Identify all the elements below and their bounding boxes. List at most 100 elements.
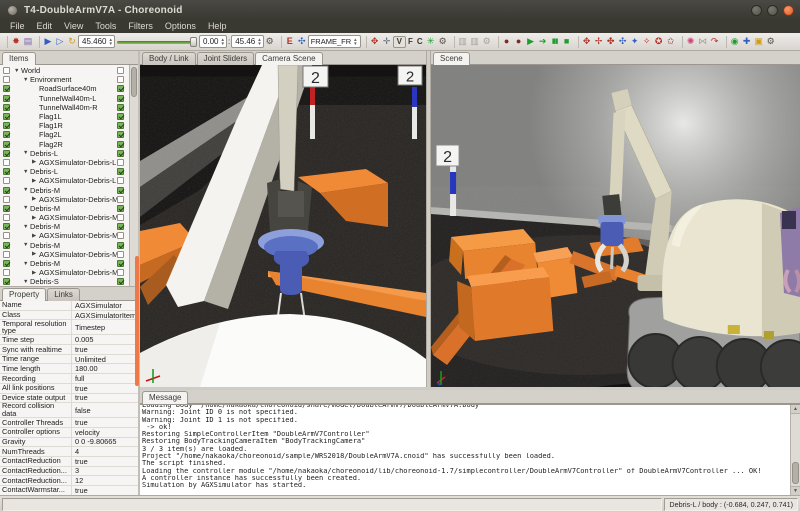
- scrollbar-thumb[interactable]: [131, 67, 137, 97]
- item-checkbox[interactable]: [3, 159, 10, 166]
- item-checkbox[interactable]: [3, 76, 10, 83]
- body-pose-icon-4[interactable]: ✣: [617, 35, 629, 49]
- minimize-button[interactable]: [751, 5, 762, 16]
- expander-icon[interactable]: ▼: [23, 150, 30, 156]
- property-value[interactable]: velocity: [72, 428, 138, 437]
- tree-item[interactable]: ▶ AGXSimulator-Debris-M: [1, 213, 126, 222]
- tab-message[interactable]: Message: [142, 391, 188, 404]
- view-move-icon[interactable]: ✚: [741, 35, 753, 49]
- property-row[interactable]: Gravity 0 0 -9.80665: [0, 438, 138, 448]
- expander-icon[interactable]: ▼: [23, 205, 30, 211]
- property-value[interactable]: 3: [72, 466, 138, 475]
- expander-icon[interactable]: ▶: [32, 159, 39, 165]
- playback-start-icon[interactable]: ▷: [54, 35, 66, 49]
- property-row[interactable]: Time length 180.00: [0, 364, 138, 374]
- expander-icon[interactable]: ▼: [23, 242, 30, 248]
- body-pose-icon-6[interactable]: ✧: [641, 35, 653, 49]
- item-checkbox-secondary[interactable]: [117, 113, 124, 120]
- item-checkbox-secondary[interactable]: [117, 260, 124, 267]
- simulation-restart-icon[interactable]: ●: [513, 35, 525, 49]
- property-value[interactable]: Unlimited: [72, 355, 138, 364]
- simulation-resume-icon[interactable]: ▶: [525, 35, 537, 49]
- item-checkbox[interactable]: [3, 95, 10, 102]
- joint-slider-alt-icon[interactable]: ▥: [469, 35, 481, 49]
- pose-edit-icon[interactable]: ✥: [369, 35, 381, 49]
- item-checkbox-secondary[interactable]: [117, 223, 124, 230]
- property-row[interactable]: ContactWarmstar... true: [0, 486, 138, 495]
- tab-scene-view[interactable]: Body / Link: [142, 52, 196, 65]
- scrollbar-thumb[interactable]: [792, 462, 799, 484]
- tree-item[interactable]: ▼ Environment: [1, 75, 126, 84]
- menu-item[interactable]: Options: [159, 20, 202, 33]
- property-row[interactable]: Time range Unlimited: [0, 355, 138, 365]
- tree-scrollbar[interactable]: [129, 65, 138, 286]
- tree-item[interactable]: ▶ AGXSimulator-Debris-M: [1, 231, 126, 240]
- item-checkbox[interactable]: [3, 150, 10, 157]
- time-field[interactable]: 45.460▲▼: [78, 35, 115, 48]
- tree-item[interactable]: RoadSurface40m: [1, 84, 126, 93]
- tree-item[interactable]: ▼ Debris-M: [1, 259, 126, 268]
- item-checkbox[interactable]: [3, 122, 10, 129]
- body-pose-icon-1[interactable]: ✥: [581, 35, 593, 49]
- item-checkbox[interactable]: [3, 232, 10, 239]
- tree-item[interactable]: ▶ AGXSimulator-Debris-M: [1, 250, 126, 259]
- tree-item[interactable]: ▶ AGXSimulator-Debris-M: [1, 195, 126, 204]
- expander-icon[interactable]: ▶: [32, 196, 39, 202]
- body-pose-icon-8[interactable]: ✩: [665, 35, 677, 49]
- item-checkbox[interactable]: [3, 260, 10, 267]
- expander-icon[interactable]: ▶: [32, 251, 39, 257]
- item-checkbox-secondary[interactable]: [117, 85, 124, 92]
- item-checkbox-secondary[interactable]: [117, 278, 124, 285]
- slider-handle[interactable]: [190, 37, 197, 47]
- tab-scene-view[interactable]: Joint Sliders: [197, 52, 255, 65]
- lighting-icon[interactable]: ✳: [425, 35, 437, 49]
- item-checkbox-secondary[interactable]: [117, 232, 124, 239]
- item-checkbox[interactable]: [3, 242, 10, 249]
- tree-item[interactable]: TunnelWall40m-L: [1, 94, 126, 103]
- time-slider[interactable]: [117, 35, 197, 49]
- tree-item[interactable]: TunnelWall40m-R: [1, 103, 126, 112]
- item-checkbox-secondary[interactable]: [117, 251, 124, 258]
- capture-icon[interactable]: ✸: [10, 35, 22, 49]
- collision-detection-icon[interactable]: ✣: [296, 35, 308, 49]
- item-checkbox[interactable]: [3, 196, 10, 203]
- property-value[interactable]: Timestep: [72, 323, 138, 332]
- expander-icon[interactable]: ▶: [32, 215, 39, 221]
- property-value[interactable]: 4: [72, 447, 138, 456]
- menu-item[interactable]: Filters: [122, 20, 159, 33]
- menu-item[interactable]: Edit: [31, 20, 59, 33]
- trajectory-icon[interactable]: ↷: [709, 35, 721, 49]
- property-row[interactable]: Time step 0.005: [0, 335, 138, 345]
- expander-icon[interactable]: ▶: [32, 233, 39, 239]
- item-checkbox-secondary[interactable]: [117, 177, 124, 184]
- item-checkbox[interactable]: [3, 141, 10, 148]
- body-pose-icon-5[interactable]: ✦: [629, 35, 641, 49]
- window-layout-icon[interactable]: ▣: [753, 35, 765, 49]
- maximize-button[interactable]: [767, 5, 778, 16]
- spinner-arrows-icon[interactable]: ▲▼: [257, 38, 261, 45]
- collision-line-button[interactable]: C: [415, 37, 425, 46]
- item-checkbox[interactable]: [3, 177, 10, 184]
- expander-icon[interactable]: ▼: [23, 224, 30, 230]
- property-value[interactable]: AGXSimulatorItem: [72, 311, 138, 320]
- flat-shading-button[interactable]: F: [406, 37, 415, 46]
- item-checkbox[interactable]: [3, 113, 10, 120]
- tree-item[interactable]: ▼ World: [1, 66, 126, 75]
- tree-item[interactable]: ▼ Debris-M: [1, 241, 126, 250]
- item-checkbox[interactable]: [3, 214, 10, 221]
- item-checkbox-secondary[interactable]: [117, 104, 124, 111]
- item-checkbox-secondary[interactable]: [117, 214, 124, 221]
- property-row[interactable]: ContactReduction... 3: [0, 467, 138, 477]
- slider-config-icon[interactable]: ⚙: [481, 35, 493, 49]
- item-checkbox[interactable]: [3, 278, 10, 285]
- body-pose-icon-2[interactable]: ✢: [593, 35, 605, 49]
- body-pose-icon-3[interactable]: ✤: [605, 35, 617, 49]
- item-checkbox-secondary[interactable]: [117, 187, 124, 194]
- camera-scene-viewport[interactable]: 2 2: [140, 65, 426, 387]
- tree-item[interactable]: ▶ AGXSimulator-Debris-M: [1, 268, 126, 277]
- spinner-arrows-icon[interactable]: ▲▼: [221, 38, 225, 45]
- tree-item[interactable]: ▼ Debris-M: [1, 222, 126, 231]
- tab-scene-view[interactable]: Camera Scene: [255, 52, 322, 65]
- property-row[interactable]: Record collision data false: [0, 403, 138, 418]
- translation-mode-icon[interactable]: ✛: [381, 35, 393, 49]
